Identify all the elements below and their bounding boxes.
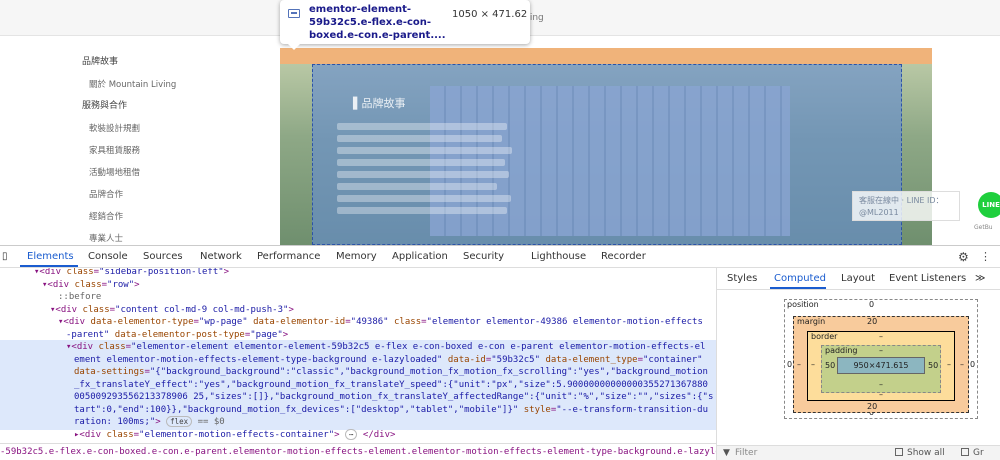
overlay-text-line — [337, 123, 507, 130]
box-padding-left: 50 — [825, 361, 836, 370]
side-tab-styles[interactable]: Styles — [727, 273, 757, 284]
box-margin-label: margin — [797, 317, 826, 326]
box-padding-bottom: – — [879, 380, 883, 389]
box-position-left: 0 — [787, 360, 793, 369]
overlay-text-line — [337, 183, 497, 190]
side-tab-event-listeners[interactable]: Event Listeners — [889, 273, 966, 284]
filter-icon: ▼ — [723, 448, 730, 458]
tab-elements[interactable]: Elements — [27, 251, 74, 262]
element-highlight-overlay: ▌品牌故事 — [312, 64, 902, 245]
side-tab-layout[interactable]: Layout — [841, 273, 875, 284]
dom-node-line[interactable]: 005009293556213378906 25,"sizes":[]},"ba… — [0, 391, 716, 404]
box-position-right: 0 — [970, 360, 976, 369]
grid-icon — [288, 9, 300, 18]
inspect-tooltip: ementor-element-59b32c5.e-flex.e-con-box… — [280, 0, 530, 50]
tooltip-arrow — [288, 44, 300, 50]
line-icon[interactable]: LINE — [978, 192, 1000, 218]
dom-breadcrumb[interactable]: -59b32c5.e-flex.e-con-boxed.e-con.e-pare… — [0, 443, 716, 460]
show-all-label: Show all — [907, 448, 945, 458]
dom-node-line[interactable]: -parent" data-elementor-post-type="page"… — [0, 329, 716, 342]
tab-performance[interactable]: Performance — [257, 251, 320, 262]
tab-memory[interactable]: Memory — [336, 251, 377, 262]
box-margin-left: – — [797, 360, 801, 369]
box-margin-bottom: 20 — [867, 402, 878, 411]
dom-node-line[interactable]: ▸<div class="elementor-motion-effects-co… — [0, 428, 716, 442]
tab-application[interactable]: Application — [392, 251, 448, 262]
dom-node-line[interactable]: ▾<div class="elementor-element elementor… — [0, 341, 716, 354]
line-widget-id: @ML2011 — [859, 208, 899, 217]
active-tab-indicator — [20, 265, 78, 267]
box-position-label: position — [787, 300, 819, 309]
overlay-title: ▌品牌故事 — [353, 97, 406, 110]
more-options-icon[interactable]: ⋮ — [980, 250, 991, 263]
getbutton-label: GetBu — [974, 224, 993, 231]
inspect-element-icon[interactable]: ▯ — [2, 251, 8, 262]
dom-node-line[interactable]: ement elementor-motion-effects-element-t… — [0, 354, 716, 367]
page-viewport: iving 品牌故事 關於 Mountain Living 服務與合作 軟裝設計規劃家… — [0, 0, 1000, 245]
dom-node-line[interactable]: data-settings="{"background_background":… — [0, 366, 716, 379]
dom-node-line[interactable]: _fx_translateY_effect":"yes","background… — [0, 379, 716, 392]
box-margin-top: 20 — [867, 317, 878, 326]
more-tabs-icon[interactable]: ≫ — [975, 273, 985, 284]
sidebar-item[interactable]: 專業人士 — [89, 232, 123, 244]
box-border-label: border — [811, 332, 838, 341]
overlay-text-line — [337, 159, 505, 166]
dom-node-line[interactable]: ▾<div class="row"> — [0, 279, 716, 292]
dom-node-line[interactable]: ::before — [0, 291, 716, 304]
devtools-panel: ⚙ ⋮ ▯ Elements Console Sources Network Perfor… — [0, 245, 1000, 460]
sidebar-item[interactable]: 品牌合作 — [89, 188, 123, 200]
box-border-left: – — [811, 360, 815, 369]
sidebar-item[interactable]: 家具租賃服務 — [89, 144, 140, 156]
dom-node-line[interactable]: tart":0,"end":100}},"background_motion_f… — [0, 404, 716, 417]
tab-recorder[interactable]: Recorder — [601, 251, 646, 262]
devtools-tabbar: ⚙ ⋮ ▯ Elements Console Sources Network Perfor… — [0, 246, 1000, 268]
side-active-tab-indicator — [770, 287, 826, 289]
breadcrumb-text[interactable]: -59b32c5.e-flex.e-con-boxed.e-con.e-pare… — [0, 447, 716, 457]
tooltip-element-name: ementor-element-59b32c5.e-flex.e-con-box… — [309, 4, 446, 41]
group-checkbox[interactable] — [961, 448, 969, 456]
sidebar-item[interactable]: 軟裝設計規劃 — [89, 122, 140, 134]
sidebar-item[interactable]: 經銷合作 — [89, 210, 123, 222]
overlay-text-line — [337, 207, 507, 214]
dom-node-line[interactable]: ration: 100ms;"> flex == $0 — [0, 416, 716, 429]
box-position-top: 0 — [869, 300, 875, 309]
side-pane-tabbar: ≫ Styles Computed Layout Event Listeners — [717, 268, 1000, 290]
box-model-content: 950×471.615 — [837, 357, 925, 374]
tab-network[interactable]: Network — [200, 251, 242, 262]
line-contact-widget[interactable]: 客服在線中 · LINE ID： @ML2011 — [852, 191, 960, 221]
line-widget-text: 客服在線中 · LINE ID： — [859, 196, 944, 205]
overlay-text-line — [337, 171, 509, 178]
box-border-top: – — [879, 332, 883, 341]
computed-filter-bar: ▼ Filter Show all Gr — [717, 445, 1000, 460]
group-label: Gr — [973, 448, 984, 458]
tab-security[interactable]: Security — [463, 251, 504, 262]
sidebar-item[interactable]: 活動場地租借 — [89, 166, 140, 178]
dom-node-line[interactable]: ▾<div class="sidebar-position-left"> — [0, 268, 716, 279]
box-padding-top: – — [879, 346, 883, 355]
dom-node-line[interactable]: ▾<div class="content col-md-9 col-md-pus… — [0, 304, 716, 317]
filter-input[interactable]: Filter — [735, 448, 757, 458]
box-margin-right: – — [960, 360, 964, 369]
sidebar-item[interactable]: 服務與合作 — [82, 98, 127, 111]
overlay-text-line — [337, 135, 502, 142]
box-padding-right: 50 — [928, 361, 939, 370]
settings-gear-icon[interactable]: ⚙ — [958, 250, 969, 264]
tab-lighthouse[interactable]: Lighthouse — [531, 251, 586, 262]
tab-sources[interactable]: Sources — [143, 251, 183, 262]
box-border-right: – — [947, 360, 951, 369]
tooltip-element-size: 1050 × 471.62 — [452, 9, 528, 20]
sidebar-item[interactable]: 品牌故事 — [82, 54, 118, 67]
overlay-text-line — [337, 147, 512, 154]
side-tab-computed[interactable]: Computed — [774, 273, 826, 284]
overlay-text-line — [337, 195, 511, 202]
styles-side-pane: ≫ Styles Computed Layout Event Listeners po… — [716, 268, 1000, 460]
dom-tree[interactable]: ▾<div class="sidebar-position-left"> ▾<di… — [0, 268, 716, 443]
site-sidebar: 品牌故事關於 Mountain Living 服務與合作軟裝設計規劃 家具租賃服務活… — [0, 36, 280, 245]
box-padding-label: padding — [825, 346, 858, 355]
dom-node-line[interactable]: ▾<div data-elementor-type="wp-page" data… — [0, 316, 716, 329]
sidebar-item[interactable]: 關於 Mountain Living — [89, 78, 176, 90]
show-all-checkbox[interactable] — [895, 448, 903, 456]
tab-console[interactable]: Console — [88, 251, 128, 262]
